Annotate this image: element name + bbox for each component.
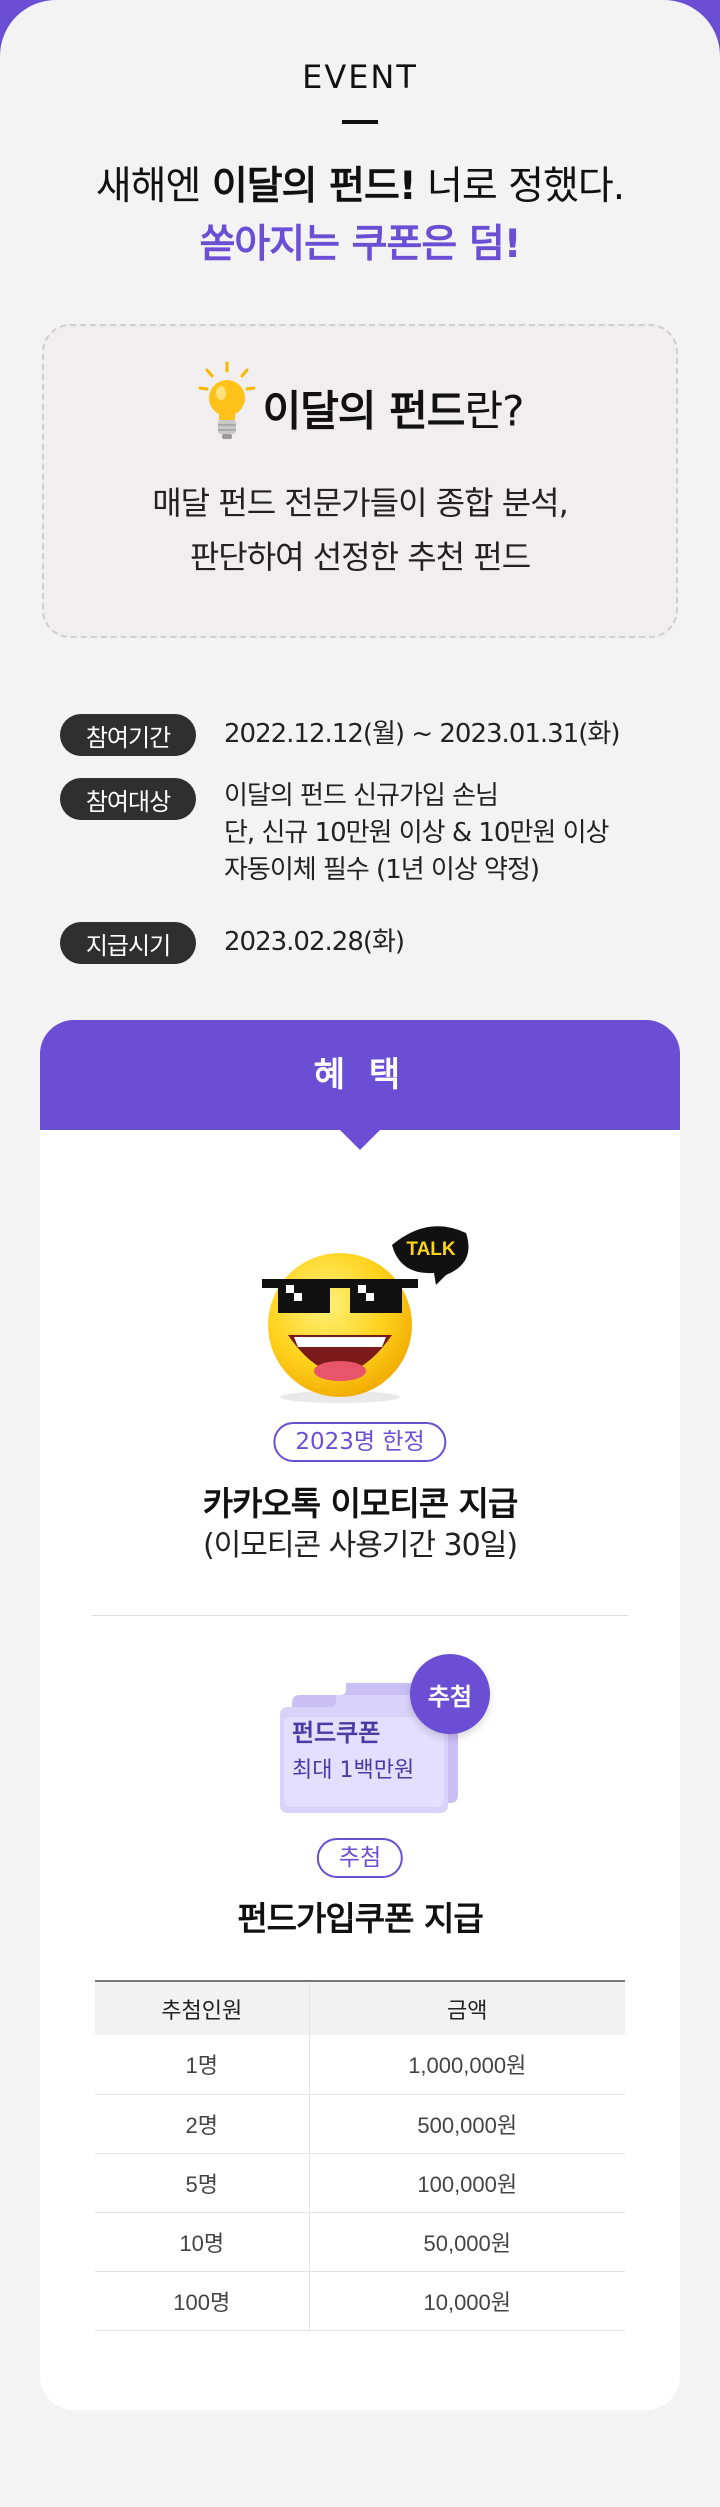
winners-cell: 10명 — [95, 2212, 310, 2272]
payment-row: 지급시기 2023.02.28(화) — [60, 922, 405, 964]
event-label: EVENT — [302, 58, 418, 96]
benefit-header: 혜 택 — [40, 1020, 680, 1130]
target-row: 참여대상 이달의 펀드 신규가입 손님 단, 신규 10만원 이상 & 10만원… — [60, 778, 609, 889]
table-row: 100명 10,000원 — [95, 2271, 625, 2331]
kakao-emoticon-icon: TALK — [262, 1226, 469, 1403]
emoticon-benefit-title: 카카오톡 이모티콘 지급 — [202, 1484, 519, 1523]
target-value: 이달의 펀드 신규가입 손님 단, 신규 10만원 이상 & 10만원 이상 자… — [224, 781, 609, 885]
headline-highlight: 이달의 펀드! — [211, 164, 417, 209]
period-row: 참여기간 2022.12.12(월) ~ 2023.01.31(화) — [60, 714, 620, 756]
payment-label: 지급시기 — [60, 922, 196, 964]
limit-pill: 2023명 한정 — [273, 1422, 447, 1462]
amount-cell: 100,000원 — [309, 2153, 625, 2213]
prize-table: 추첨인원 금액 1명 1,000,000원 2명 500,000원 5명 100… — [95, 1980, 625, 2331]
winners-cell: 100명 — [95, 2271, 310, 2331]
table-row: 5명 100,000원 — [95, 2153, 625, 2213]
amount-cell: 10,000원 — [309, 2271, 625, 2331]
payment-value: 2023.02.28(화) — [224, 927, 405, 957]
period-label: 참여기간 — [60, 714, 196, 756]
winners-cell: 5명 — [95, 2153, 310, 2213]
amount-cell: 1,000,000원 — [309, 2035, 625, 2095]
winners-cell: 2명 — [95, 2094, 310, 2154]
header-pointer — [338, 1128, 382, 1150]
info-title: 이달의 펀드란? — [44, 361, 676, 450]
amount-cell: 50,000원 — [309, 2212, 625, 2272]
header-winners: 추첨인원 — [95, 1980, 310, 2035]
table-row: 2명 500,000원 — [95, 2094, 625, 2154]
coupon-subtitle: 최대 1백만원 — [292, 1758, 415, 1783]
raffle-pill: 추첨 — [316, 1838, 404, 1878]
raffle-badge: 추첨 — [410, 1654, 490, 1734]
winners-cell: 1명 — [95, 2035, 310, 2095]
amount-cell: 500,000원 — [309, 2094, 625, 2154]
fund-info-box: 이달의 펀드란? 매달 펀드 전문가들이 종합 분석, 판단하여 선정한 추천 … — [42, 324, 678, 638]
headline-line2: 쏟아지는 쿠폰은 덤! — [199, 222, 522, 267]
lightbulb-icon — [198, 361, 256, 439]
table-row: 10명 50,000원 — [95, 2212, 625, 2272]
svg-text:TALK: TALK — [406, 1239, 456, 1260]
table-row: 1명 1,000,000원 — [95, 2035, 625, 2095]
event-divider — [342, 120, 378, 124]
event-page: EVENT 새해엔 이달의 펀드! 너로 정했다. 쏟아지는 쿠폰은 덤! 이달… — [0, 0, 720, 2507]
table-header-row: 추첨인원 금액 — [95, 1980, 625, 2035]
headline-line1: 새해엔 이달의 펀드! 너로 정했다. — [95, 164, 625, 209]
coupon-benefit-title: 펀드가입쿠폰 지급 — [237, 1899, 483, 1938]
info-description: 매달 펀드 전문가들이 종합 분석, 판단하여 선정한 추천 펀드 — [152, 484, 569, 576]
headline: 새해엔 이달의 펀드! 너로 정했다. 쏟아지는 쿠폰은 덤! — [0, 158, 720, 274]
period-value: 2022.12.12(월) ~ 2023.01.31(화) — [224, 719, 620, 749]
target-label: 참여대상 — [60, 778, 196, 820]
benefit-card: 혜 택 TALK 2023명 한정 카카오톡 이모티콘 지급 (이모티콘 사용기… — [40, 1020, 680, 2410]
section-divider — [92, 1615, 628, 1616]
emoticon-benefit-sub: (이모티콘 사용기간 30일) — [202, 1528, 518, 1563]
header-amount: 금액 — [309, 1980, 625, 2035]
